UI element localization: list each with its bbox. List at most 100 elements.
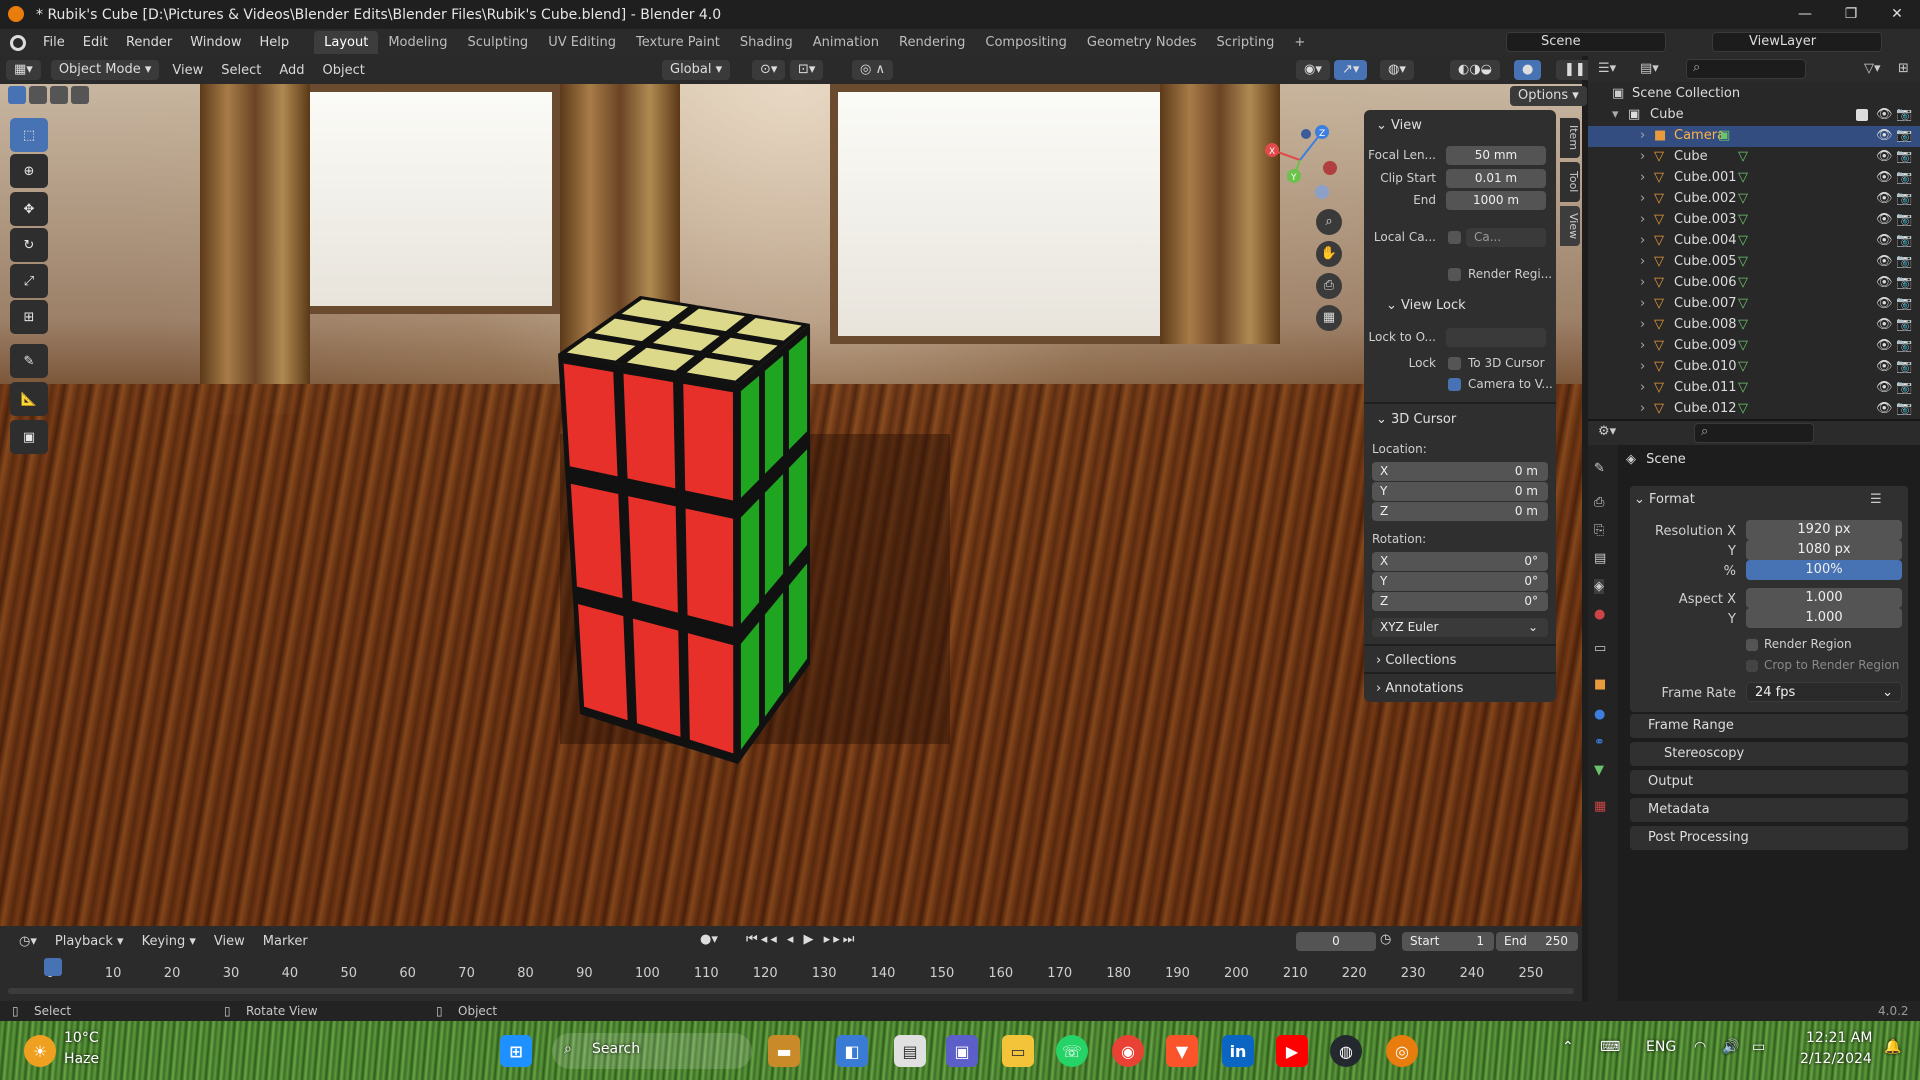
briefcase-app-icon[interactable]: ▬ bbox=[768, 1035, 800, 1067]
view-section-header[interactable]: ⌄ View bbox=[1376, 118, 1422, 133]
outliner-item[interactable]: › ▽ Cube.001 ▽ 👁 📷 bbox=[1588, 168, 1920, 189]
filter-icon[interactable]: ▽▾ bbox=[1864, 61, 1881, 76]
clock-time[interactable]: 12:21 AM bbox=[1806, 1030, 1872, 1046]
visibility-eye-icon[interactable]: 👁 bbox=[1876, 380, 1893, 395]
tab-texture-paint[interactable]: Texture Paint bbox=[626, 31, 730, 54]
outliner-item[interactable]: › ▽ Cube ▽ 👁 📷 bbox=[1588, 147, 1920, 168]
render-camera-icon[interactable]: 📷 bbox=[1896, 380, 1912, 395]
outliner-item[interactable]: › ▽ Cube.009 ▽ 👁 📷 bbox=[1588, 336, 1920, 357]
scene-tab-icon[interactable]: ◈ bbox=[1594, 579, 1604, 594]
visibility-eye-icon[interactable]: 👁 bbox=[1876, 191, 1893, 206]
camera-to-view-checkbox[interactable] bbox=[1448, 378, 1461, 391]
properties-search-input[interactable]: ⌕ bbox=[1694, 423, 1814, 443]
select-invert-icon[interactable] bbox=[71, 86, 89, 104]
render-camera-icon[interactable]: 📷 bbox=[1896, 254, 1912, 269]
expand-arrow-icon[interactable]: › bbox=[1640, 275, 1645, 290]
aspect-y-field[interactable]: 1.000 bbox=[1746, 608, 1902, 628]
editor-type-button[interactable]: ▦▾ bbox=[6, 60, 41, 80]
cursor-tool-icon[interactable]: ⊕ bbox=[10, 154, 48, 188]
mesh-data-icon[interactable]: ▽ bbox=[1738, 254, 1748, 269]
scale-tool-icon[interactable]: ⤢ bbox=[10, 264, 48, 298]
tab-uv-editing[interactable]: UV Editing bbox=[538, 31, 626, 54]
tab-tool[interactable]: Tool bbox=[1560, 162, 1580, 202]
cursor-rotation-z[interactable]: Z 0° bbox=[1372, 592, 1548, 611]
properties-editor-icon[interactable]: ⚙▾ bbox=[1598, 424, 1616, 439]
wifi-icon[interactable]: ◠ bbox=[1694, 1039, 1706, 1055]
outliner-item[interactable]: › ▽ Cube.004 ▽ 👁 📷 bbox=[1588, 231, 1920, 252]
output-section[interactable]: Output bbox=[1630, 770, 1908, 794]
render-camera-icon[interactable]: 📷 bbox=[1896, 149, 1912, 164]
teams-app-icon[interactable]: ▣ bbox=[946, 1035, 978, 1067]
navigation-gizmo[interactable]: Z X Y bbox=[1256, 120, 1346, 200]
options-dropdown[interactable]: Options ▾ bbox=[1510, 86, 1587, 106]
visibility-eye-icon[interactable]: 👁 bbox=[1876, 317, 1893, 332]
expand-arrow-icon[interactable]: › bbox=[1640, 149, 1645, 164]
pan-hand-icon[interactable]: ✋ bbox=[1316, 241, 1342, 267]
render-camera-icon[interactable]: 📷 bbox=[1896, 233, 1912, 248]
expand-arrow-icon[interactable]: › bbox=[1640, 296, 1645, 311]
zoom-icon[interactable]: ⌕ bbox=[1316, 209, 1342, 235]
tab-compositing[interactable]: Compositing bbox=[975, 31, 1077, 54]
tab-rendering[interactable]: Rendering bbox=[889, 31, 975, 54]
view-layer-selector[interactable]: ViewLayer bbox=[1712, 32, 1882, 52]
outliner-item[interactable]: › ▽ Cube.006 ▽ 👁 📷 bbox=[1588, 273, 1920, 294]
new-collection-icon[interactable]: ⊞ bbox=[1898, 61, 1909, 76]
transform-tool-icon[interactable]: ⊞ bbox=[10, 300, 48, 334]
format-header[interactable]: ⌄ Format bbox=[1634, 492, 1695, 507]
camera-view-icon[interactable]: ⎙ bbox=[1316, 273, 1342, 299]
tab-layout[interactable]: Layout bbox=[314, 31, 379, 54]
world-tab-icon[interactable]: ● bbox=[1594, 607, 1605, 622]
outliner-item[interactable]: › ▽ Cube.002 ▽ 👁 📷 bbox=[1588, 189, 1920, 210]
perspective-grid-icon[interactable]: ▦ bbox=[1316, 305, 1342, 331]
visibility-eye-icon[interactable]: 👁 bbox=[1876, 296, 1893, 311]
menu-file[interactable]: File bbox=[34, 35, 74, 50]
visibility-eye-icon[interactable]: 👁 bbox=[1876, 338, 1893, 353]
visibility-eye-icon[interactable]: 👁 bbox=[1876, 170, 1893, 185]
3d-viewport[interactable]: Z X Y ⌕ ✋ ⎙ ▦ bbox=[0, 84, 1582, 926]
post-processing-section[interactable]: Post Processing bbox=[1630, 826, 1908, 850]
mesh-data-icon[interactable]: ▽ bbox=[1738, 233, 1748, 248]
expand-arrow-icon[interactable]: › bbox=[1640, 317, 1645, 332]
local-camera-field[interactable]: Ca... bbox=[1466, 228, 1546, 247]
cursor-location-y[interactable]: Y 0 m bbox=[1372, 482, 1548, 501]
menu-edit[interactable]: Edit bbox=[74, 35, 117, 50]
volume-icon[interactable]: 🔊 bbox=[1722, 1039, 1739, 1055]
tray-chevron-icon[interactable]: ⌃ bbox=[1562, 1039, 1574, 1055]
close-button[interactable]: ✕ bbox=[1874, 0, 1920, 29]
aspect-x-field[interactable]: 1.000 bbox=[1746, 588, 1902, 608]
mesh-data-icon[interactable]: ▽ bbox=[1738, 191, 1748, 206]
pivot-icon[interactable]: ⊙▾ bbox=[752, 60, 786, 80]
visibility-eye-icon[interactable]: 👁 bbox=[1876, 149, 1893, 164]
outliner-item[interactable]: › ▽ Cube.008 ▽ 👁 📷 bbox=[1588, 315, 1920, 336]
language-indicator[interactable]: ENG bbox=[1646, 1039, 1676, 1055]
orientation-dropdown[interactable]: Global ▾ bbox=[662, 60, 731, 80]
cursor-rotation-x[interactable]: X 0° bbox=[1372, 552, 1548, 571]
render-camera-icon[interactable]: 📷 bbox=[1896, 296, 1912, 311]
clip-start-field[interactable]: 0.01 m bbox=[1446, 169, 1546, 188]
keyboard-icon[interactable]: ⌨ bbox=[1600, 1039, 1620, 1055]
outliner-item[interactable]: › ■ Camera ▣ 👁 📷 bbox=[1588, 126, 1920, 147]
weather-icon[interactable]: ☀ bbox=[24, 1035, 56, 1067]
expand-arrow-icon[interactable]: › bbox=[1640, 170, 1645, 185]
tab-geometry-nodes[interactable]: Geometry Nodes bbox=[1077, 31, 1207, 54]
timeline-scrollbar[interactable] bbox=[8, 988, 1574, 994]
mesh-data-icon[interactable]: ▽ bbox=[1738, 338, 1748, 353]
taskbar-search-box[interactable]: ⌕ Search bbox=[552, 1033, 752, 1069]
display-mode-icon[interactable]: ▤▾ bbox=[1640, 61, 1659, 76]
proportional-edit-icon[interactable]: ◎ ∧ bbox=[852, 60, 893, 80]
add-workspace-button[interactable]: + bbox=[1284, 31, 1315, 54]
viewport-menu-object[interactable]: Object bbox=[314, 63, 374, 78]
measure-tool-icon[interactable]: 📐 bbox=[10, 382, 48, 416]
output-tab-icon[interactable]: ⎘ bbox=[1594, 523, 1604, 538]
render-camera-icon[interactable]: 📷 bbox=[1896, 275, 1912, 290]
view-layer-tab-icon[interactable]: ▤ bbox=[1594, 551, 1606, 566]
mesh-data-icon[interactable]: ▽ bbox=[1738, 359, 1748, 374]
crop-checkbox[interactable] bbox=[1746, 660, 1758, 672]
outliner-root[interactable]: ▣ Scene Collection bbox=[1588, 84, 1920, 105]
select-box-tool-icon[interactable]: ⬚ bbox=[10, 118, 48, 152]
view-lock-header[interactable]: ⌄ View Lock bbox=[1386, 298, 1466, 313]
constraint-tab-icon[interactable]: ⚭ bbox=[1594, 735, 1605, 750]
blender-taskbar-icon[interactable]: ◎ bbox=[1386, 1035, 1418, 1067]
collection-tab-icon[interactable]: ▭ bbox=[1594, 641, 1606, 656]
annotations-header[interactable]: › Annotations bbox=[1376, 681, 1463, 696]
